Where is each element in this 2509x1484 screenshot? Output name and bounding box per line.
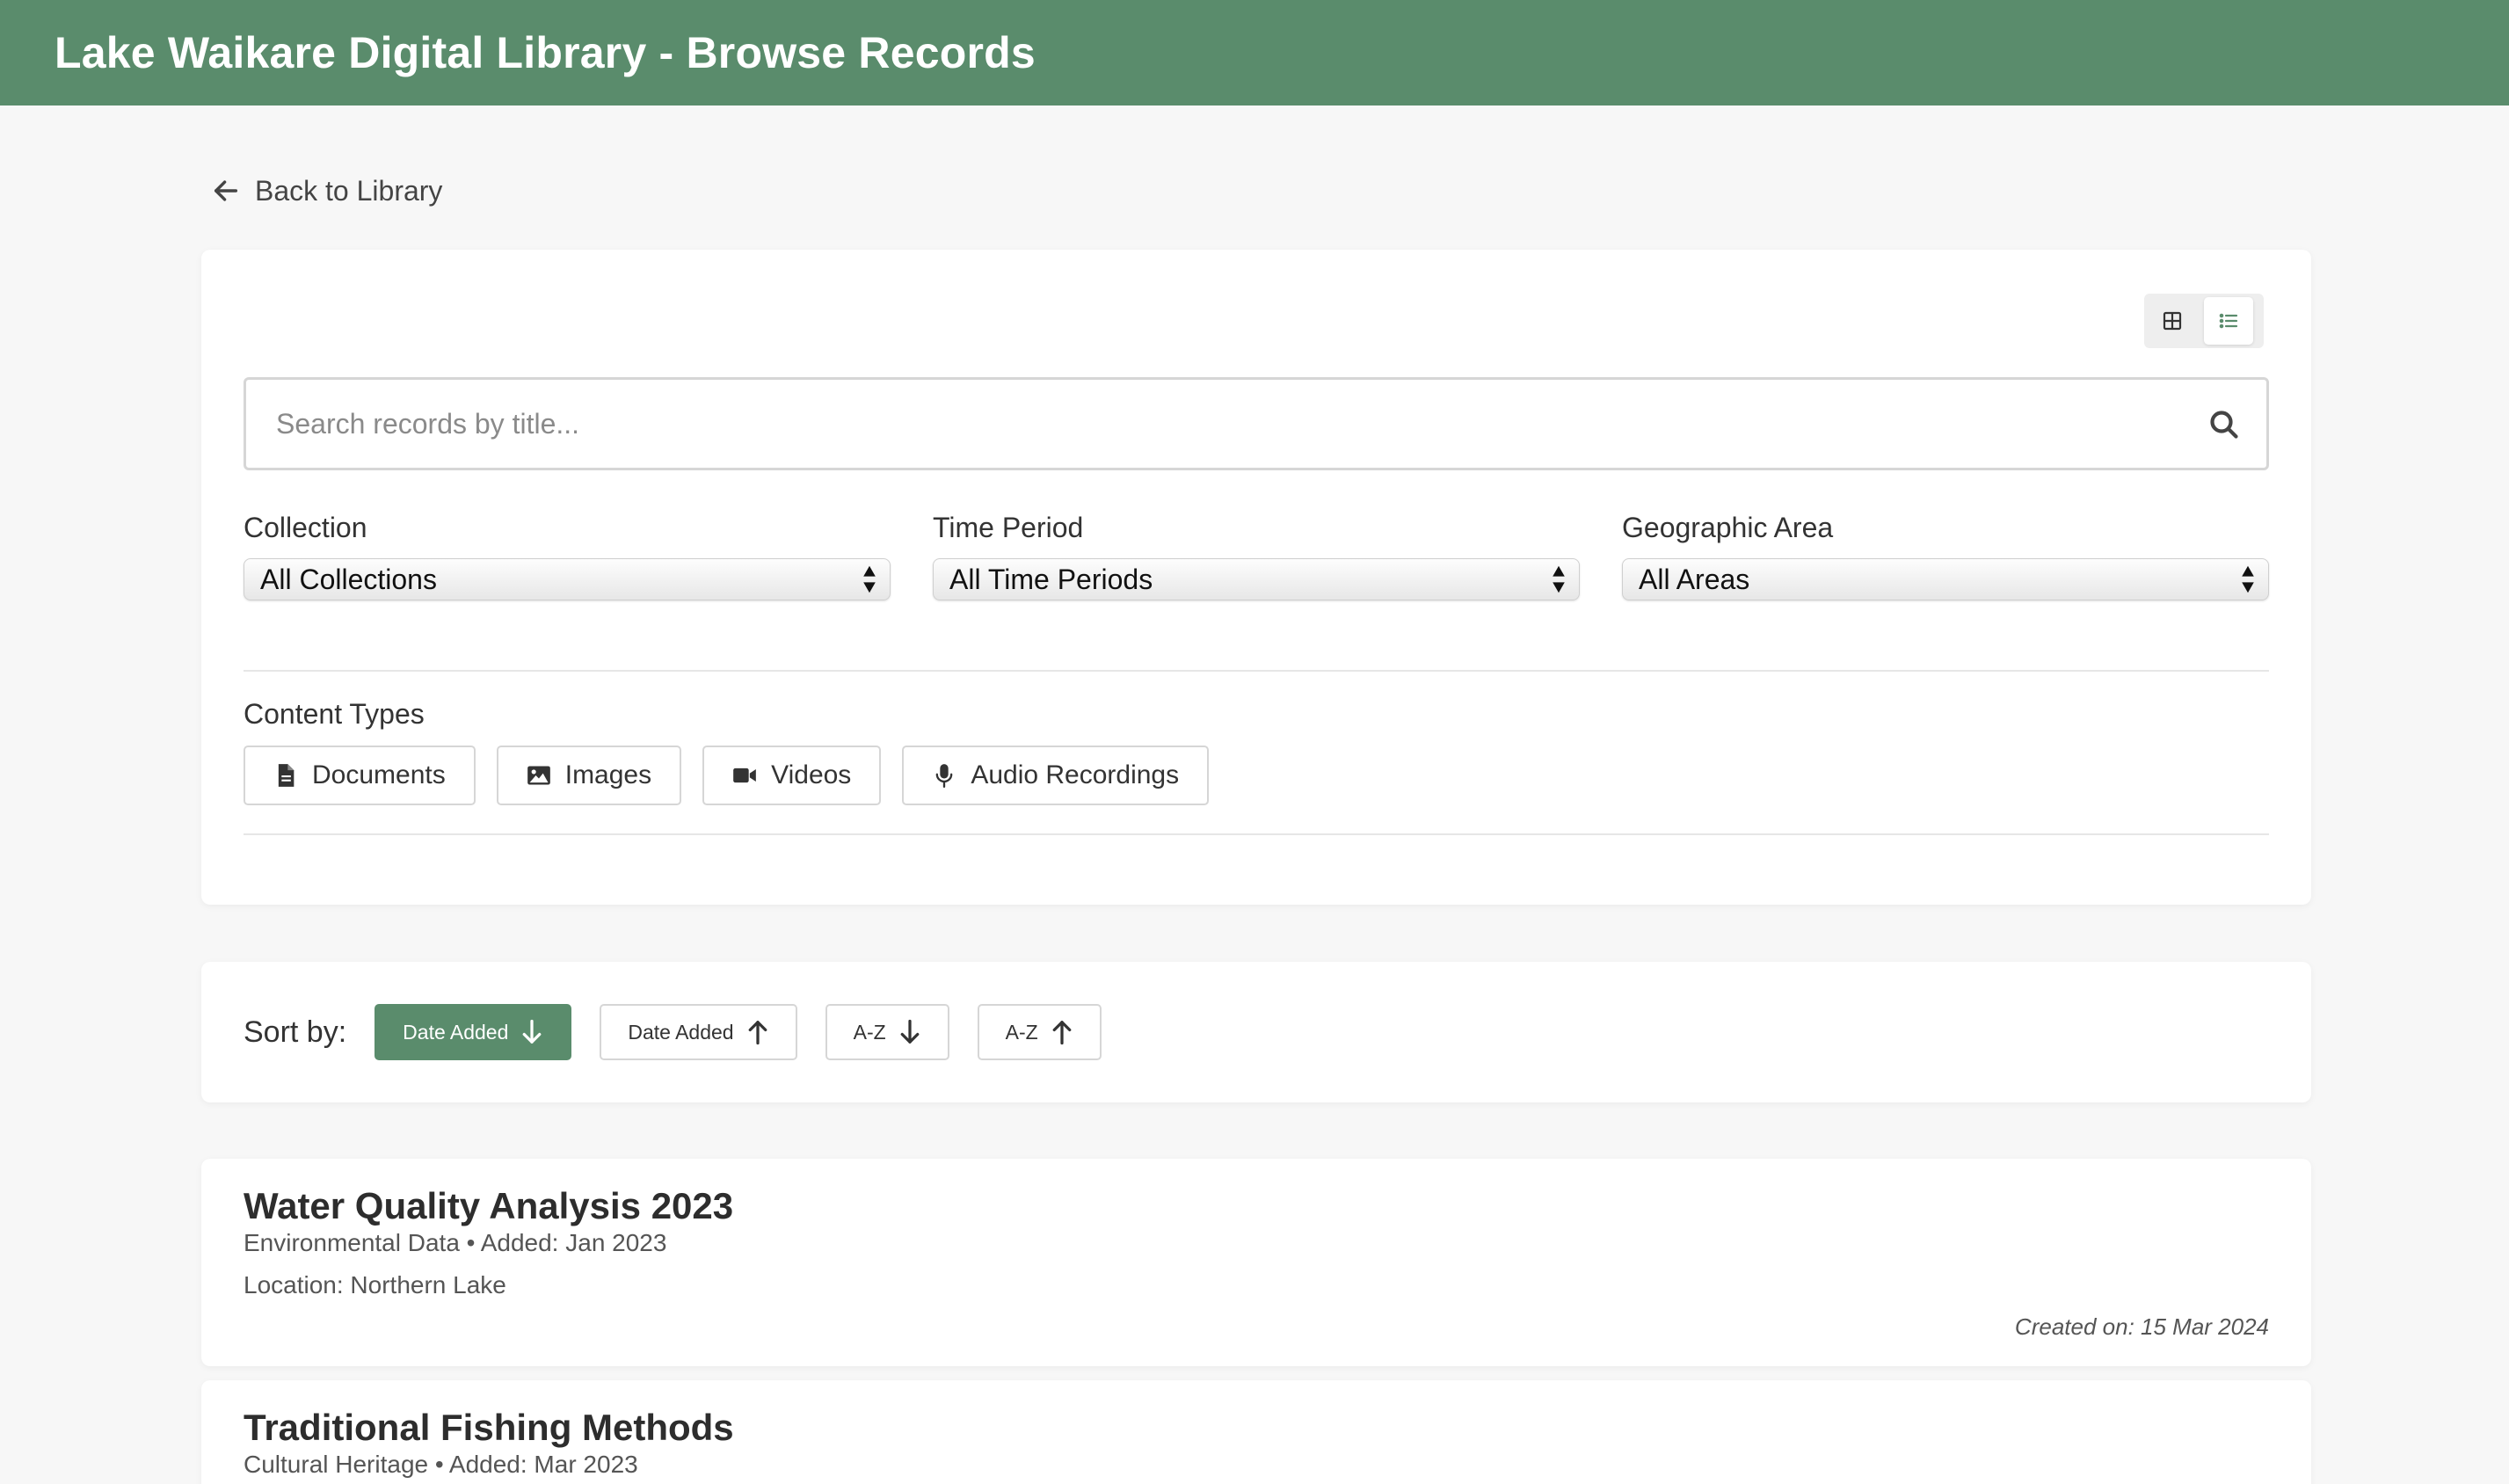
- sort-option-label: Date Added: [628, 1020, 734, 1044]
- back-link-label: Back to Library: [255, 174, 443, 207]
- page-title: Lake Waikare Digital Library - Browse Re…: [55, 28, 1036, 77]
- content-type-label: Images: [564, 760, 652, 789]
- divider: [244, 833, 2269, 835]
- arrow-down-icon: [523, 1019, 542, 1044]
- search-input[interactable]: [246, 384, 2180, 463]
- list-icon: [2219, 313, 2238, 329]
- record-title[interactable]: Traditional Fishing Methods: [244, 1407, 734, 1449]
- divider: [244, 670, 2269, 672]
- select-arrows-icon: [2242, 565, 2254, 593]
- sort-date-added-asc-button[interactable]: Date Added: [600, 1004, 797, 1060]
- sort-a-z-asc-button[interactable]: A-Z: [977, 1004, 1102, 1060]
- sort-controls: Sort by: Date Added Date Added A-Z A-Z: [244, 1004, 1102, 1060]
- record-card[interactable]: Traditional Fishing Methods Cultural Her…: [201, 1380, 2311, 1484]
- collection-label: Collection: [244, 512, 367, 543]
- microphone-icon: [935, 764, 953, 788]
- record-title[interactable]: Water Quality Analysis 2023: [244, 1185, 733, 1227]
- video-icon: [733, 767, 756, 783]
- collection-select[interactable]: All Collections: [244, 558, 891, 600]
- time-period-label: Time Period: [933, 512, 1084, 543]
- arrow-left-icon: [214, 180, 238, 201]
- content-type-label: Audio Recordings: [971, 760, 1180, 789]
- sort-option-label: A-Z: [1005, 1020, 1038, 1044]
- time-period-filter: Time Period All Time Periods: [933, 512, 1580, 600]
- time-period-selected-value: All Time Periods: [949, 563, 1153, 595]
- record-card[interactable]: Water Quality Analysis 2023 Environmenta…: [201, 1159, 2311, 1366]
- time-period-select[interactable]: All Time Periods: [933, 558, 1580, 600]
- view-toggle: [2144, 294, 2264, 348]
- list-view-button[interactable]: [2204, 297, 2253, 345]
- search-box: [244, 377, 2269, 470]
- arrow-up-icon: [1052, 1021, 1072, 1045]
- record-meta: Environmental Data • Added: Jan 2023: [244, 1229, 667, 1256]
- sort-option-label: Date Added: [403, 1020, 509, 1044]
- content-type-label: Videos: [771, 760, 852, 789]
- grid-view-button[interactable]: [2148, 297, 2197, 345]
- filter-panel: Collection All Collections Time Period A…: [201, 250, 2311, 905]
- geographic-area-label: Geographic Area: [1622, 512, 1834, 543]
- sort-date-added-desc-button[interactable]: Date Added: [375, 1004, 572, 1060]
- content-type-images[interactable]: Images: [496, 746, 682, 805]
- content-type-audio-recordings[interactable]: Audio Recordings: [902, 746, 1210, 805]
- geographic-area-selected-value: All Areas: [1639, 563, 1750, 595]
- arrow-up-icon: [748, 1021, 767, 1045]
- content-type-filters: Documents Images Videos Audio Recordings: [244, 746, 1210, 805]
- back-to-library-link[interactable]: Back to Library: [211, 169, 442, 213]
- sort-label: Sort by:: [244, 1015, 347, 1049]
- select-arrows-icon: [863, 565, 876, 593]
- collection-selected-value: All Collections: [260, 563, 437, 595]
- collection-filter: Collection All Collections: [244, 512, 891, 600]
- sort-option-label: A-Z: [853, 1020, 886, 1044]
- sort-a-z-desc-button[interactable]: A-Z: [825, 1004, 949, 1060]
- geographic-area-select[interactable]: All Areas: [1622, 558, 2269, 600]
- record-created-date: Created on: 15 Mar 2024: [2014, 1313, 2269, 1340]
- geographic-area-filter: Geographic Area All Areas: [1622, 512, 2269, 600]
- content-type-documents[interactable]: Documents: [244, 746, 476, 805]
- content-type-label: Documents: [312, 760, 446, 789]
- page-header: Lake Waikare Digital Library - Browse Re…: [0, 0, 2509, 105]
- record-meta: Cultural Heritage • Added: Mar 2023: [244, 1451, 638, 1478]
- image-icon: [527, 766, 550, 785]
- record-location: Location: Northern Lake: [244, 1271, 506, 1298]
- sort-panel: Sort by: Date Added Date Added A-Z A-Z: [201, 962, 2311, 1102]
- search-icon[interactable]: [2208, 409, 2240, 440]
- arrow-down-icon: [900, 1019, 920, 1044]
- content-types-label: Content Types: [244, 698, 425, 730]
- content-type-videos[interactable]: Videos: [702, 746, 882, 805]
- select-arrows-icon: [1553, 565, 1565, 593]
- document-icon: [278, 764, 295, 787]
- grid-icon: [2163, 311, 2182, 331]
